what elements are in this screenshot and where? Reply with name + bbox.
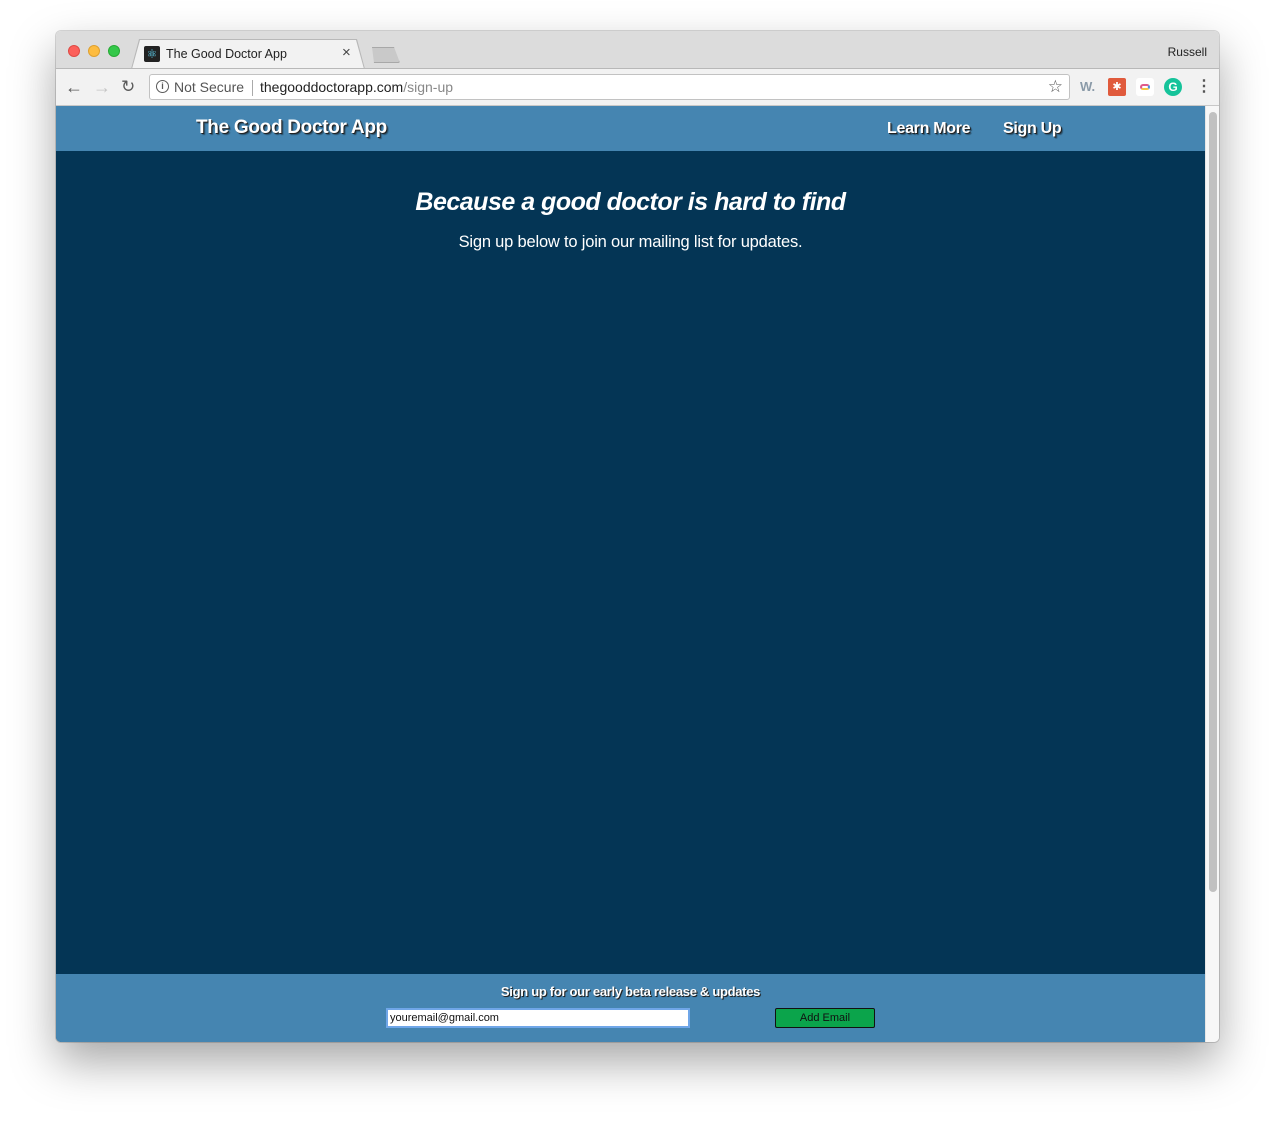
url-path: /sign-up: [403, 79, 454, 95]
signup-footer: Sign up for our early beta release & upd…: [56, 974, 1205, 1042]
profile-name[interactable]: Russell: [1168, 45, 1207, 59]
scrollbar-thumb[interactable]: [1209, 112, 1217, 892]
page-viewport: The Good Doctor App Learn More Sign Up B…: [56, 106, 1205, 1042]
close-window-button[interactable]: [68, 45, 80, 57]
footer-title: Sign up for our early beta release & upd…: [500, 984, 761, 999]
add-email-button[interactable]: Add Email: [775, 1008, 875, 1028]
site-header: The Good Doctor App Learn More Sign Up: [56, 106, 1205, 151]
forward-arrow-icon[interactable]: →: [93, 77, 111, 97]
bug-extension-icon[interactable]: ✱: [1108, 78, 1126, 96]
nav-learn-more[interactable]: Learn More: [887, 120, 971, 138]
tab-close-icon[interactable]: ×: [342, 44, 351, 61]
omnibox-divider: [252, 80, 253, 96]
site-brand-link[interactable]: The Good Doctor App: [196, 117, 387, 139]
scrollbar-track[interactable]: [1205, 106, 1219, 1042]
tab-strip: ⚛ The Good Doctor App × Russell: [56, 31, 1219, 69]
url-domain: thegooddoctorapp.com: [260, 79, 404, 95]
reload-icon[interactable]: ↻: [121, 77, 135, 97]
new-tab-button[interactable]: [372, 47, 400, 63]
browser-window: ⚛ The Good Doctor App × Russell ← → ↻ i …: [56, 31, 1219, 1042]
back-arrow-icon[interactable]: ←: [65, 77, 83, 97]
nav-sign-up[interactable]: Sign Up: [1003, 120, 1062, 138]
link-extension-icon[interactable]: [1136, 78, 1154, 96]
hero-title: Because a good doctor is hard to find: [415, 188, 846, 216]
grammarly-icon[interactable]: G: [1164, 78, 1182, 96]
browser-menu-icon[interactable]: ⋮: [1196, 78, 1212, 96]
url-text[interactable]: thegooddoctorapp.com/sign-up: [260, 79, 453, 95]
browser-toolbar: ← → ↻ i Not Secure thegooddoctorapp.com/…: [56, 68, 1219, 106]
w-extension-icon[interactable]: W.: [1080, 78, 1098, 96]
hero-subtitle: Sign up below to join our mailing list f…: [458, 233, 803, 251]
email-input[interactable]: [386, 1008, 690, 1028]
minimize-window-button[interactable]: [88, 45, 100, 57]
info-icon[interactable]: i: [156, 80, 169, 93]
maximize-window-button[interactable]: [108, 45, 120, 57]
security-label[interactable]: Not Secure: [174, 79, 244, 95]
bookmark-star-icon[interactable]: ☆: [1048, 77, 1063, 97]
react-atom-icon: ⚛: [144, 46, 160, 62]
tab-title: The Good Doctor App: [166, 47, 287, 61]
address-bar[interactable]: i Not Secure thegooddoctorapp.com/sign-u…: [149, 74, 1070, 100]
